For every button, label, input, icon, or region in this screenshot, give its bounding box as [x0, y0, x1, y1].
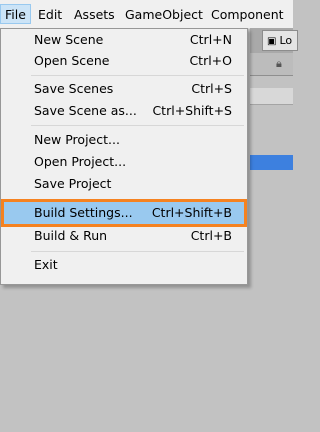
file-menu-dropdown: New Scene Ctrl+N Open Scene Ctrl+O Save …: [0, 28, 248, 285]
panel-header: [250, 88, 293, 105]
menu-item-build-settings[interactable]: Build Settings... Ctrl+Shift+B: [1, 199, 247, 227]
menu-item-open-scene[interactable]: Open Scene Ctrl+O: [4, 50, 244, 72]
menu-item-new-project[interactable]: New Project...: [4, 129, 244, 151]
menu-item-shortcut: Ctrl+B: [190, 228, 232, 243]
menu-assets[interactable]: Assets: [74, 6, 115, 23]
menu-separator: [31, 199, 244, 200]
menu-item-shortcut: Ctrl+Shift+S: [152, 103, 232, 118]
menu-item-label: Save Project: [34, 176, 112, 191]
menu-bar: File Edit Assets GameObject Component: [0, 0, 293, 29]
menu-item-label: New Project...: [34, 132, 120, 147]
panel-tab[interactable]: ▣ Lo: [262, 30, 298, 51]
menu-file[interactable]: File: [0, 4, 31, 24]
menu-item-label: Exit: [34, 257, 58, 272]
menu-item-shortcut: Ctrl+S: [191, 81, 232, 96]
menu-item-shortcut: Ctrl+O: [189, 53, 232, 68]
menu-separator: [31, 125, 244, 126]
menu-item-label: Build & Run: [34, 228, 108, 243]
menu-item-label: Save Scenes: [34, 81, 114, 96]
menu-item-label: Build Settings...: [34, 205, 133, 220]
menu-item-save-scenes[interactable]: Save Scenes Ctrl+S: [4, 78, 244, 100]
panel-tab-label: Lo: [279, 34, 293, 47]
cube-icon: ▣: [267, 36, 277, 47]
menu-gameobject[interactable]: GameObject: [125, 6, 203, 23]
menu-item-label: Open Scene: [34, 53, 110, 68]
menu-separator: [31, 75, 244, 76]
menu-item-shortcut: Ctrl+N: [189, 32, 232, 47]
menu-item-label: Save Scene as...: [34, 103, 137, 118]
panel-toolbar: [250, 53, 293, 76]
menu-edit[interactable]: Edit: [38, 6, 62, 23]
menu-item-build-and-run[interactable]: Build & Run Ctrl+B: [4, 225, 244, 247]
menu-item-label: New Scene: [34, 32, 104, 47]
menu-separator: [31, 251, 244, 252]
menu-item-shortcut: Ctrl+Shift+B: [151, 205, 232, 220]
lock-icon[interactable]: 🔒︎: [276, 57, 282, 71]
selected-row[interactable]: [250, 155, 293, 170]
menu-item-new-scene[interactable]: New Scene Ctrl+N: [4, 29, 244, 51]
menu-item-exit[interactable]: Exit: [4, 254, 244, 276]
menu-component[interactable]: Component: [211, 6, 284, 23]
menu-item-save-project[interactable]: Save Project: [4, 173, 244, 195]
menu-item-save-scene-as[interactable]: Save Scene as... Ctrl+Shift+S: [4, 100, 244, 122]
menu-item-open-project[interactable]: Open Project...: [4, 151, 244, 173]
menu-item-label: Open Project...: [34, 154, 127, 169]
